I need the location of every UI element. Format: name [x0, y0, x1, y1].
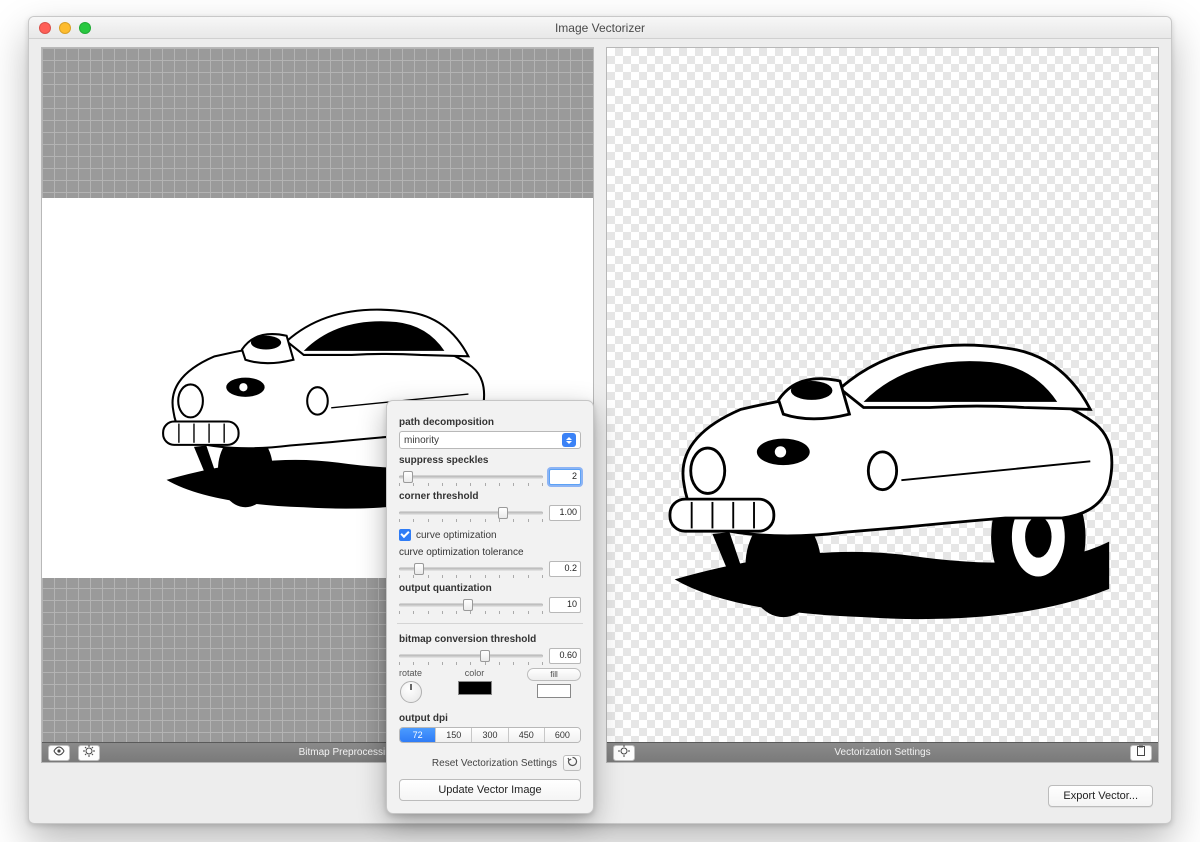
fill-swatch[interactable]: [537, 684, 571, 698]
bitmap-settings-button[interactable]: [78, 745, 100, 761]
curve-opt-tolerance-value[interactable]: 0.2: [549, 561, 581, 577]
dpi-option-600[interactable]: 600: [545, 728, 580, 742]
checkbox-checked-icon: [399, 529, 411, 541]
suppress-speckles-slider[interactable]: [399, 470, 543, 484]
split-panes: Bitmap Preprocessing: [41, 47, 1159, 763]
gear-icon: [618, 745, 630, 760]
fill-toggle-button[interactable]: fill: [527, 668, 581, 681]
app-window: Image Vectorizer: [28, 16, 1172, 824]
vector-settings-button[interactable]: [613, 745, 635, 761]
vectorization-settings-popover: path decomposition minority suppress spe…: [386, 400, 594, 814]
reset-settings-button[interactable]: [563, 755, 581, 771]
export-vector-button[interactable]: Export Vector...: [1048, 785, 1153, 807]
curve-optimization-label: curve optimization: [416, 530, 497, 541]
corner-threshold-value[interactable]: 1.00: [549, 505, 581, 521]
vector-toolbar: Vectorization Settings: [607, 742, 1158, 762]
window-title: Image Vectorizer: [29, 21, 1171, 35]
clipboard-icon: [1136, 745, 1146, 760]
preview-visibility-button[interactable]: [48, 745, 70, 761]
vector-toolbar-label: Vectorization Settings: [613, 747, 1152, 758]
vector-output-image: [618, 234, 1147, 698]
curve-opt-tolerance-slider[interactable]: [399, 562, 543, 576]
rotate-label: rotate: [399, 668, 422, 678]
titlebar: Image Vectorizer: [29, 17, 1171, 39]
path-decomposition-select[interactable]: minority: [399, 431, 581, 449]
output-quantization-label: output quantization: [399, 583, 581, 594]
dpi-option-300[interactable]: 300: [472, 728, 508, 742]
vector-pane: Vectorization Settings: [606, 47, 1159, 763]
eye-icon: [53, 746, 65, 759]
suppress-speckles-value[interactable]: 2: [549, 469, 581, 485]
bitmap-threshold-label: bitmap conversion threshold: [399, 634, 581, 645]
refresh-icon: [567, 756, 578, 770]
output-dpi-label: output dpi: [399, 713, 581, 724]
output-dpi-segmented[interactable]: 72 150 300 450 600: [399, 727, 581, 743]
corner-threshold-label: corner threshold: [399, 491, 581, 502]
reset-settings-label: Reset Vectorization Settings: [432, 758, 557, 769]
suppress-speckles-label: suppress speckles: [399, 455, 581, 466]
divider: [397, 623, 583, 624]
rotate-dial[interactable]: [400, 681, 422, 703]
path-decomposition-label: path decomposition: [399, 417, 581, 428]
curve-opt-tolerance-label: curve optimization tolerance: [399, 547, 581, 558]
bitmap-threshold-slider[interactable]: [399, 649, 543, 663]
output-quantization-value[interactable]: 10: [549, 597, 581, 613]
color-label: color: [465, 668, 485, 678]
color-swatch[interactable]: [458, 681, 492, 695]
bitmap-threshold-value[interactable]: 0.60: [549, 648, 581, 664]
copy-button[interactable]: [1130, 745, 1152, 761]
corner-threshold-slider[interactable]: [399, 506, 543, 520]
update-vector-image-button[interactable]: Update Vector Image: [399, 779, 581, 801]
path-decomposition-value: minority: [404, 435, 439, 446]
gear-icon: [83, 745, 95, 760]
output-quantization-slider[interactable]: [399, 598, 543, 612]
dpi-option-72[interactable]: 72: [400, 728, 436, 742]
select-caret-icon: [562, 433, 576, 447]
curve-optimization-checkbox[interactable]: curve optimization: [399, 529, 581, 541]
dpi-option-150[interactable]: 150: [436, 728, 472, 742]
dpi-option-450[interactable]: 450: [509, 728, 545, 742]
